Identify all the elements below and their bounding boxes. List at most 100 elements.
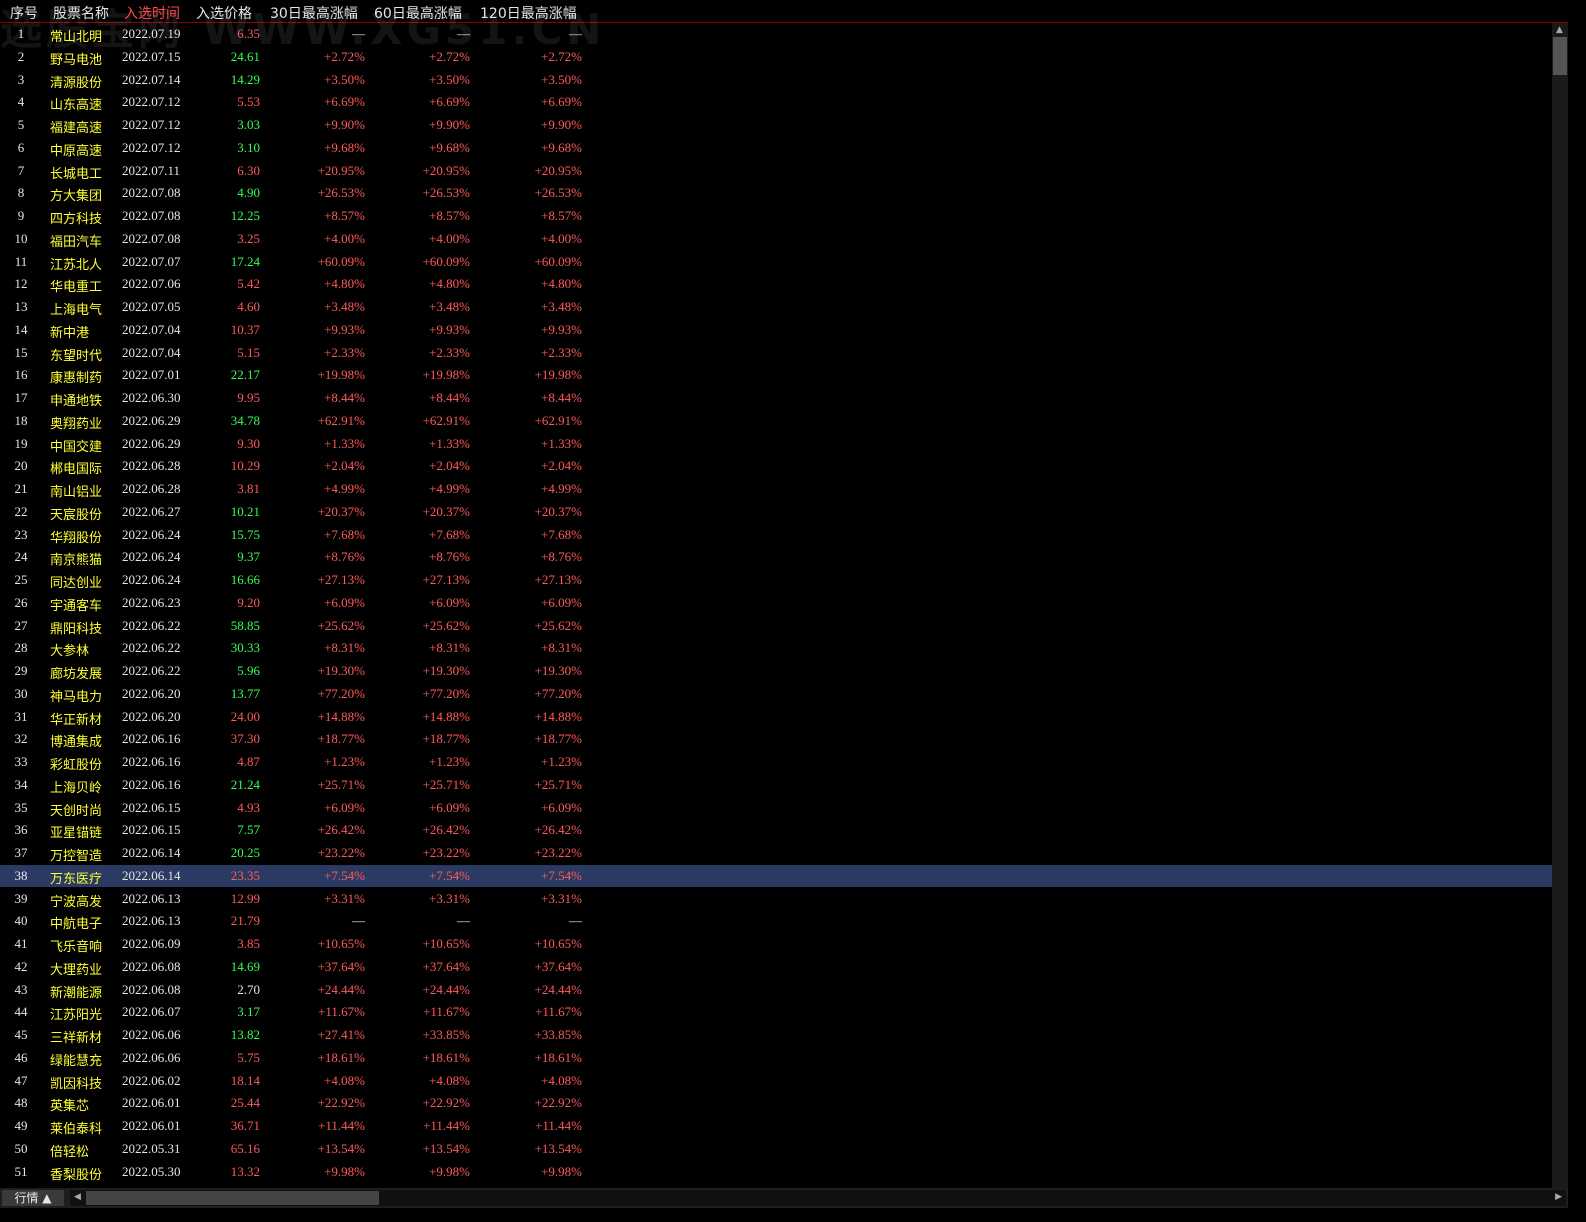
table-row[interactable]: 32 博通集成 2022.06.16 37.30 +18.77% +18.77% +18.7… [0,728,1552,750]
table-row[interactable]: 50 倍轻松 2022.05.31 65.16 +13.54% +13.54% +13.54… [0,1138,1552,1160]
row-120d-gain: +18.61% [534,1049,582,1065]
header-index[interactable]: 序号 [10,3,38,23]
tab-quotes[interactable]: 行情 ▲ [2,1190,64,1206]
table-row[interactable]: 44 江苏阳光 2022.06.07 3.17 +11.67% +11.67% +11.67… [0,1001,1552,1023]
table-row[interactable]: 4 山东高速 2022.07.12 5.53 +6.69% +6.69% +6.69% [0,91,1552,113]
table-row[interactable]: 14 新中港 2022.07.04 10.37 +9.93% +9.93% +9.93% [0,319,1552,341]
header-select-time[interactable]: 入选时间 [124,3,180,23]
table-row[interactable]: 30 神马电力 2022.06.20 13.77 +77.20% +77.20% +77.2… [0,683,1552,705]
table-row[interactable]: 24 南京熊猫 2022.06.24 9.37 +8.76% +8.76% +8.76% [0,546,1552,568]
row-stock-name: 东望时代 [50,348,103,364]
header-60d-max-gain[interactable]: 60日最高涨幅 [374,3,462,23]
table-row[interactable]: 20 郴电国际 2022.06.28 10.29 +2.04% +2.04% +2.04% [0,455,1552,477]
table-row[interactable]: 34 上海贝岭 2022.06.16 21.24 +25.71% +25.71% +25.7… [0,774,1552,796]
table-row[interactable]: 16 康惠制药 2022.07.01 22.17 +19.98% +19.98% +19.9… [0,364,1552,386]
table-row[interactable]: 12 华电重工 2022.07.06 5.42 +4.80% +4.80% +4.80% [0,273,1552,295]
table-row[interactable]: 17 申通地铁 2022.06.30 9.95 +8.44% +8.44% +8.44% [0,387,1552,409]
table-row[interactable]: 45 三祥新材 2022.06.06 13.82 +27.41% +33.85% +33.8… [0,1024,1552,1046]
table-row[interactable]: 48 英集芯 2022.06.01 25.44 +22.92% +22.92% +22.92… [0,1092,1552,1114]
row-60d-gain: +9.98% [429,1163,470,1179]
table-row[interactable]: 22 天宸股份 2022.06.27 10.21 +20.37% +20.37% +20.3… [0,501,1552,523]
row-60d-gain: +3.50% [429,71,470,87]
row-index: 47 [14,1072,28,1088]
row-select-price: 9.30 [237,435,260,451]
table-row[interactable]: 6 中原高速 2022.07.12 3.10 +9.68% +9.68% +9.68% [0,137,1552,159]
row-index: 11 [14,253,28,269]
table-row[interactable]: 23 华翔股份 2022.06.24 15.75 +7.68% +7.68% +7.68% [0,524,1552,546]
table-row[interactable]: 31 华正新材 2022.06.20 24.00 +14.88% +14.88% +14.8… [0,706,1552,728]
header-stock-name[interactable]: 股票名称 [53,3,109,23]
table-row[interactable]: 18 奥翔药业 2022.06.29 34.78 +62.91% +62.91% +62.9… [0,410,1552,432]
table-row[interactable]: 28 大参林 2022.06.22 30.33 +8.31% +8.31% +8.31% [0,637,1552,659]
row-stock-name: 大参林 [50,644,90,660]
table-row[interactable]: 26 宇通客车 2022.06.23 9.20 +6.09% +6.09% +6.09% [0,592,1552,614]
row-60d-gain: +4.99% [429,481,470,496]
row-select-date: 2022.06.22 [122,640,181,656]
table-row[interactable]: 41 飞乐音响 2022.06.09 3.85 +10.65% +10.65% +10.65… [0,933,1552,955]
table-row[interactable]: 51 香梨股份 2022.05.30 13.32 +9.98% +9.98% +9.98% [0,1161,1552,1183]
row-select-date: 2022.07.12 [122,117,181,132]
header-30d-max-gain[interactable]: 30日最高涨幅 [270,3,358,23]
row-30d-gain: +11.44% [318,1118,365,1133]
table-row[interactable]: 49 莱伯泰科 2022.06.01 36.71 +11.44% +11.44% +11.4… [0,1115,1552,1137]
row-60d-gain: +62.91% [422,412,470,428]
row-select-price: 5.96 [237,663,260,678]
row-30d-gain: +3.31% [324,890,365,906]
table-row[interactable]: 3 清源股份 2022.07.14 14.29 +3.50% +3.50% +3.50% [0,69,1552,91]
table-row[interactable]: 36 亚星锚链 2022.06.15 7.57 +26.42% +26.42% +26.42… [0,819,1552,841]
table-row[interactable]: 1 常山北明 2022.07.19 6.35 — — — [0,23,1552,45]
horizontal-scroll-thumb[interactable] [86,1191,379,1205]
horizontal-scrollbar[interactable]: ◀ ▶ [70,1190,1566,1206]
table-row[interactable]: 33 彩虹股份 2022.06.16 4.87 +1.23% +1.23% +1.23% [0,751,1552,773]
table-row[interactable]: 38 万东医疗 2022.06.14 23.35 +7.54% +7.54% +7.54% [0,864,1552,887]
row-30d-gain: +24.44% [317,981,365,997]
row-select-price: 37.30 [230,731,260,747]
row-120d-gain: +8.76% [541,549,582,565]
row-index: 20 [14,458,28,474]
table-row[interactable]: 35 天创时尚 2022.06.15 4.93 +6.09% +6.09% +6.09% [0,797,1552,819]
table-row[interactable]: 9 四方科技 2022.07.08 12.25 +8.57% +8.57% +8.57% [0,205,1552,227]
row-select-date: 2022.07.08 [122,208,181,223]
vertical-scroll-thumb[interactable] [1553,37,1567,75]
table-row[interactable]: 47 凯因科技 2022.06.02 18.14 +4.08% +4.08% +4.08% [0,1070,1552,1092]
table-row[interactable]: 37 万控智造 2022.06.14 20.25 +23.22% +23.22% +23.2… [0,842,1552,864]
row-index: 14 [14,321,28,337]
table-row[interactable]: 29 廊坊发展 2022.06.22 5.96 +19.30% +19.30% +19.30… [0,660,1552,682]
row-120d-gain: +1.33% [541,435,582,451]
scroll-left-icon[interactable]: ◀ [74,1192,81,1202]
table-row[interactable]: 40 中航电子 2022.06.13 21.79 — — — [0,910,1552,932]
table-row[interactable]: 15 东望时代 2022.07.04 5.15 +2.33% +2.33% +2.33% [0,342,1552,364]
row-30d-gain: +4.80% [324,276,365,292]
row-120d-gain: +9.93% [541,321,582,337]
header-120d-max-gain[interactable]: 120日最高涨幅 [480,3,577,23]
scroll-up-icon[interactable]: ▲ [1556,25,1563,35]
header-select-price[interactable]: 入选价格 [196,3,252,23]
table-row[interactable]: 25 同达创业 2022.06.24 16.66 +27.13% +27.13% +27.1… [0,569,1552,591]
table-row[interactable]: 39 宁波高发 2022.06.13 12.99 +3.31% +3.31% +3.31% [0,888,1552,910]
row-select-price: 4.93 [237,799,260,815]
table-row[interactable]: 43 新潮能源 2022.06.08 2.70 +24.44% +24.44% +24.44… [0,979,1552,1001]
table-row[interactable]: 8 方大集团 2022.07.08 4.90 +26.53% +26.53% +26.53% [0,182,1552,204]
table-row[interactable]: 13 上海电气 2022.07.05 4.60 +3.48% +3.48% +3.48% [0,296,1552,318]
table-row[interactable]: 19 中国交建 2022.06.29 9.30 +1.33% +1.33% +1.33% [0,433,1552,455]
table-row[interactable]: 21 南山铝业 2022.06.28 3.81 +4.99% +4.99% +4.99% [0,478,1552,500]
table-row[interactable]: 7 长城电工 2022.07.11 6.30 +20.95% +20.95% +20.95% [0,160,1552,182]
row-stock-name: 彩虹股份 [50,758,103,773]
table-row[interactable]: 2 野马电池 2022.07.15 24.61 +2.72% +2.72% +2.72% [0,46,1552,68]
row-stock-name: 山东高速 [50,98,103,114]
row-30d-gain: +8.44% [324,390,365,405]
table-row[interactable]: 5 福建高速 2022.07.12 3.03 +9.90% +9.90% +9.90% [0,114,1552,136]
row-30d-gain: +77.20% [317,685,365,701]
table-row[interactable]: 10 福田汽车 2022.07.08 3.25 +4.00% +4.00% +4.00% [0,228,1552,250]
row-index: 22 [14,503,28,519]
table-row[interactable]: 42 大理药业 2022.06.08 14.69 +37.64% +37.64% +37.6… [0,956,1552,978]
vertical-scrollbar[interactable]: ▲ [1552,23,1568,1188]
table-row[interactable]: 46 绿能慧充 2022.06.06 5.75 +18.61% +18.61% +18.61… [0,1047,1552,1069]
row-60d-gain: +18.77% [422,731,470,747]
row-select-date: 2022.07.05 [122,299,181,314]
row-select-price: 9.20 [237,594,260,610]
table-row[interactable]: 27 鼎阳科技 2022.06.22 58.85 +25.62% +25.62% +25.6… [0,615,1552,637]
row-120d-gain: +3.31% [541,890,582,906]
scroll-right-icon[interactable]: ▶ [1555,1192,1562,1202]
table-row[interactable]: 11 江苏北人 2022.07.07 17.24 +60.09% +60.09% +60.0… [0,251,1552,273]
